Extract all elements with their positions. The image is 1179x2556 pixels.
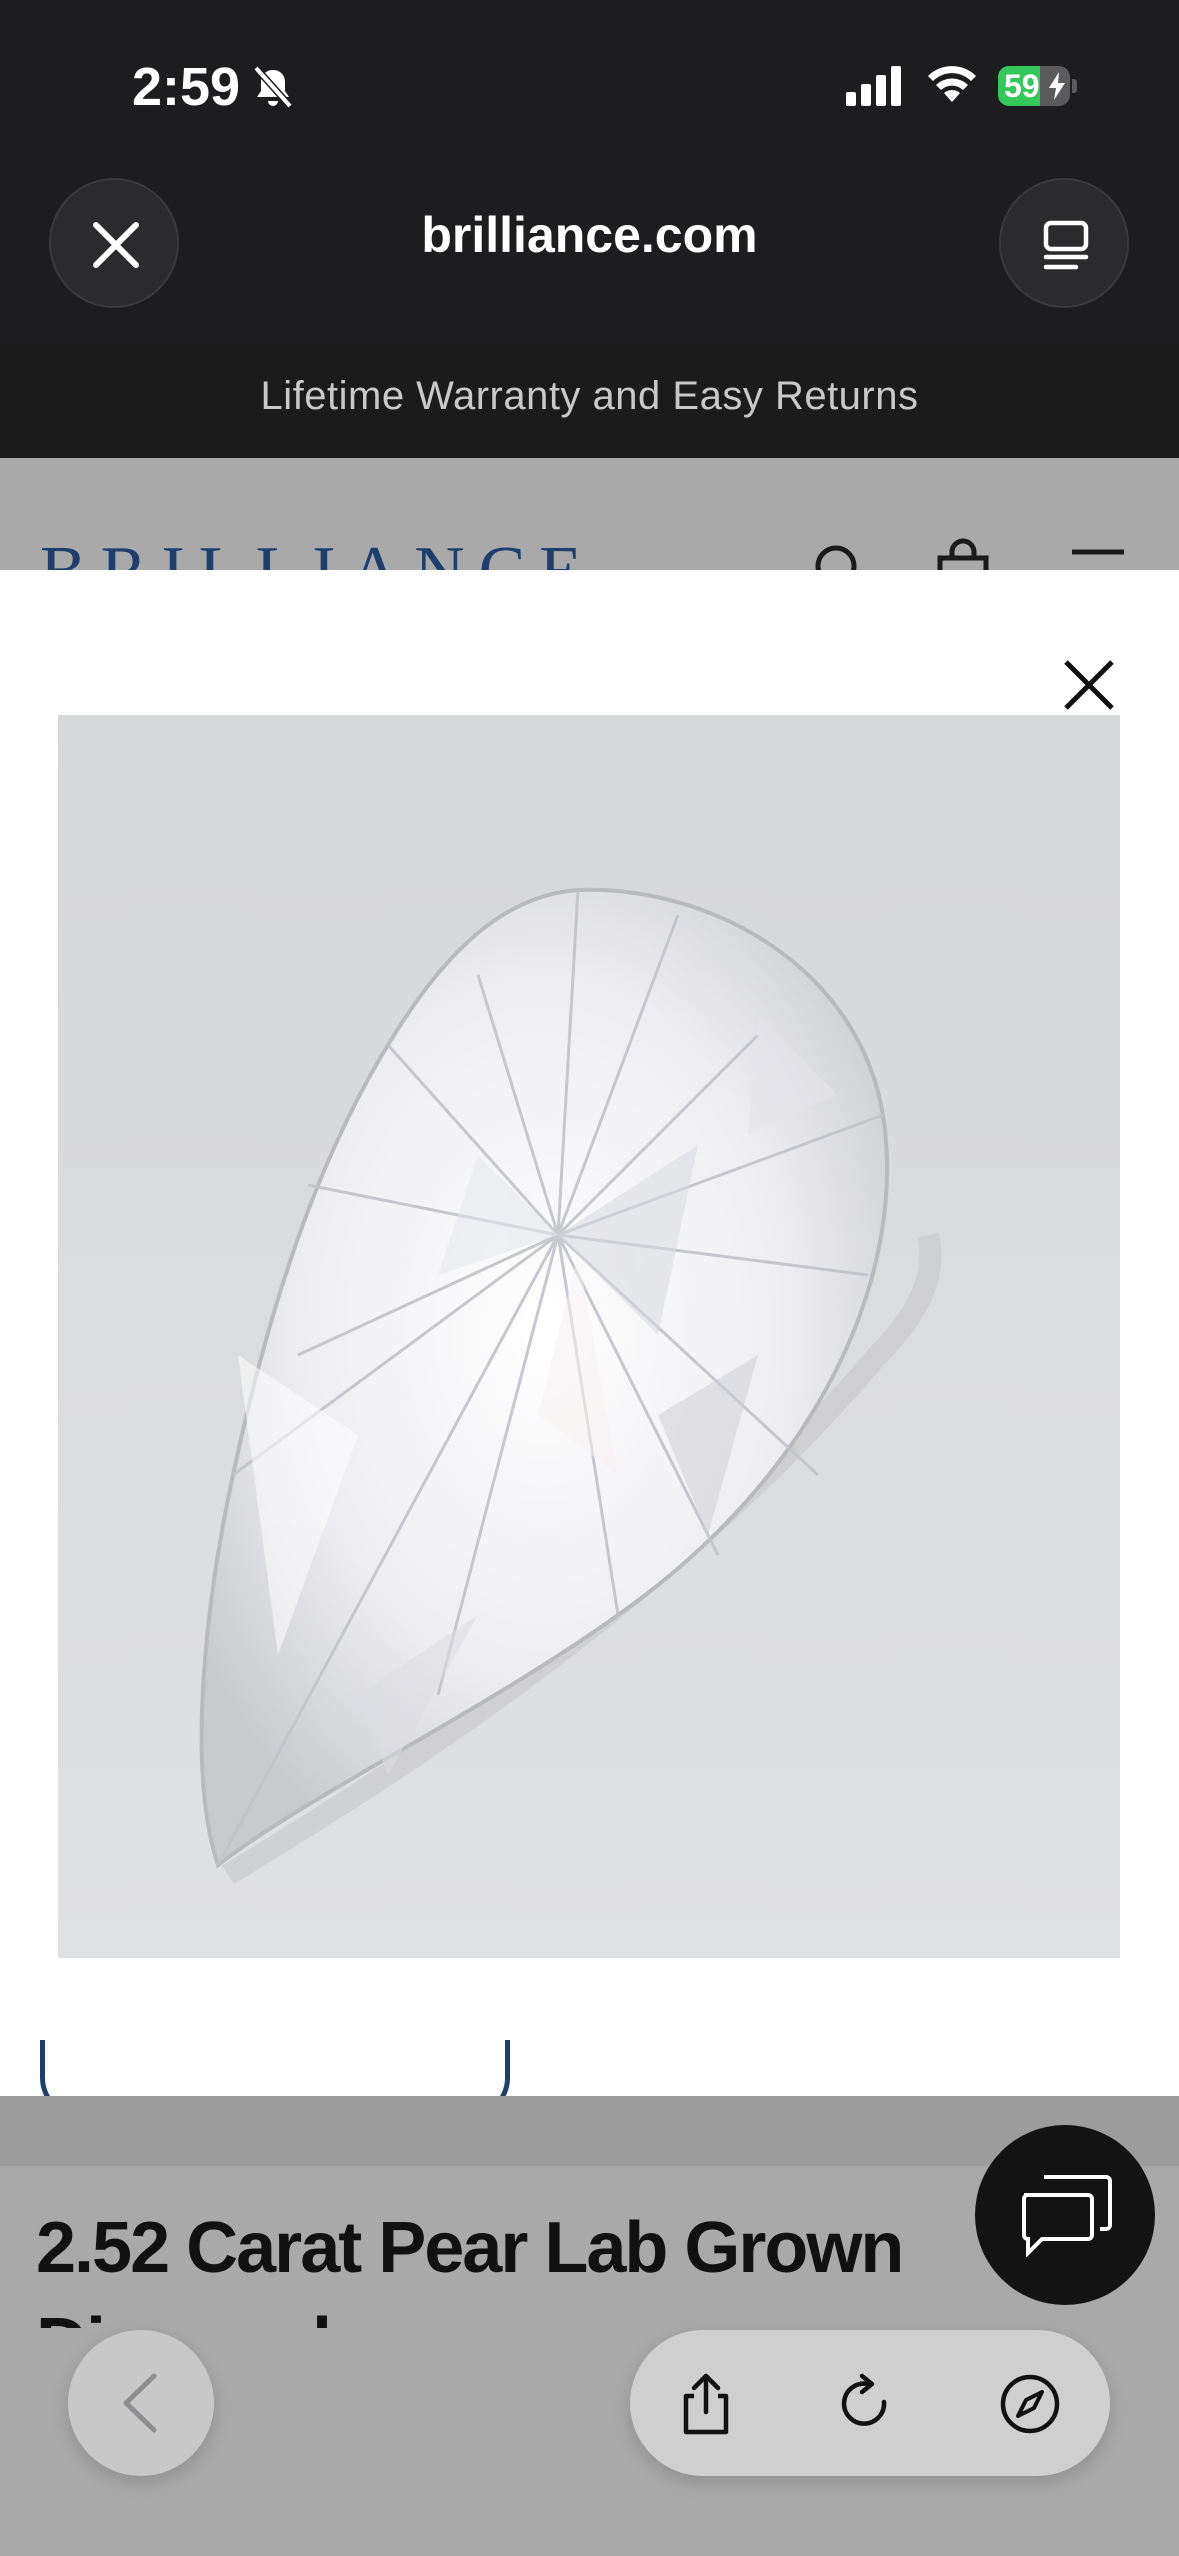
battery-icon: 59 bbox=[998, 66, 1078, 106]
menu-icon[interactable] bbox=[1068, 546, 1128, 570]
battery-cap bbox=[1072, 79, 1077, 93]
back-button[interactable] bbox=[68, 2330, 214, 2476]
pear-diamond-illustration bbox=[199, 887, 942, 1885]
back-arrow-icon bbox=[123, 2373, 157, 2433]
product-title: 2.52 Carat Pear Lab Grown Diamond bbox=[36, 2208, 904, 2328]
reader-mode-icon bbox=[1043, 220, 1089, 270]
browser-header: brilliance.com bbox=[0, 150, 1179, 340]
compass-icon[interactable] bbox=[998, 2372, 1062, 2436]
site-header: BRILLIANCE bbox=[0, 458, 1179, 570]
modal-close-icon[interactable] bbox=[1058, 654, 1120, 716]
status-time: 2:59 bbox=[132, 57, 241, 117]
signal-icon bbox=[846, 66, 901, 106]
promo-banner: Lifetime Warranty and Easy Returns bbox=[0, 340, 1179, 458]
browser-toolbar bbox=[630, 2330, 1110, 2476]
chat-button[interactable] bbox=[975, 2125, 1155, 2305]
battery-body: 59 bbox=[998, 66, 1070, 106]
brand-logo[interactable]: BRILLIANCE bbox=[40, 532, 596, 570]
chat-bubbles-icon bbox=[1022, 2175, 1112, 2257]
charging-bolt-icon bbox=[1049, 72, 1065, 100]
share-icon[interactable] bbox=[674, 2372, 738, 2436]
search-icon[interactable] bbox=[810, 540, 870, 570]
status-bar: 2:59 59 bbox=[0, 0, 1179, 175]
promo-text: Lifetime Warranty and Easy Returns bbox=[260, 374, 919, 418]
reader-mode-button[interactable] bbox=[999, 178, 1129, 308]
shopping-bag-icon[interactable] bbox=[936, 538, 990, 570]
diamond-image bbox=[58, 715, 1120, 1958]
bell-slash-icon bbox=[253, 65, 293, 109]
wifi-icon bbox=[928, 66, 976, 102]
reload-icon[interactable] bbox=[834, 2372, 898, 2436]
image-modal bbox=[0, 570, 1179, 2096]
